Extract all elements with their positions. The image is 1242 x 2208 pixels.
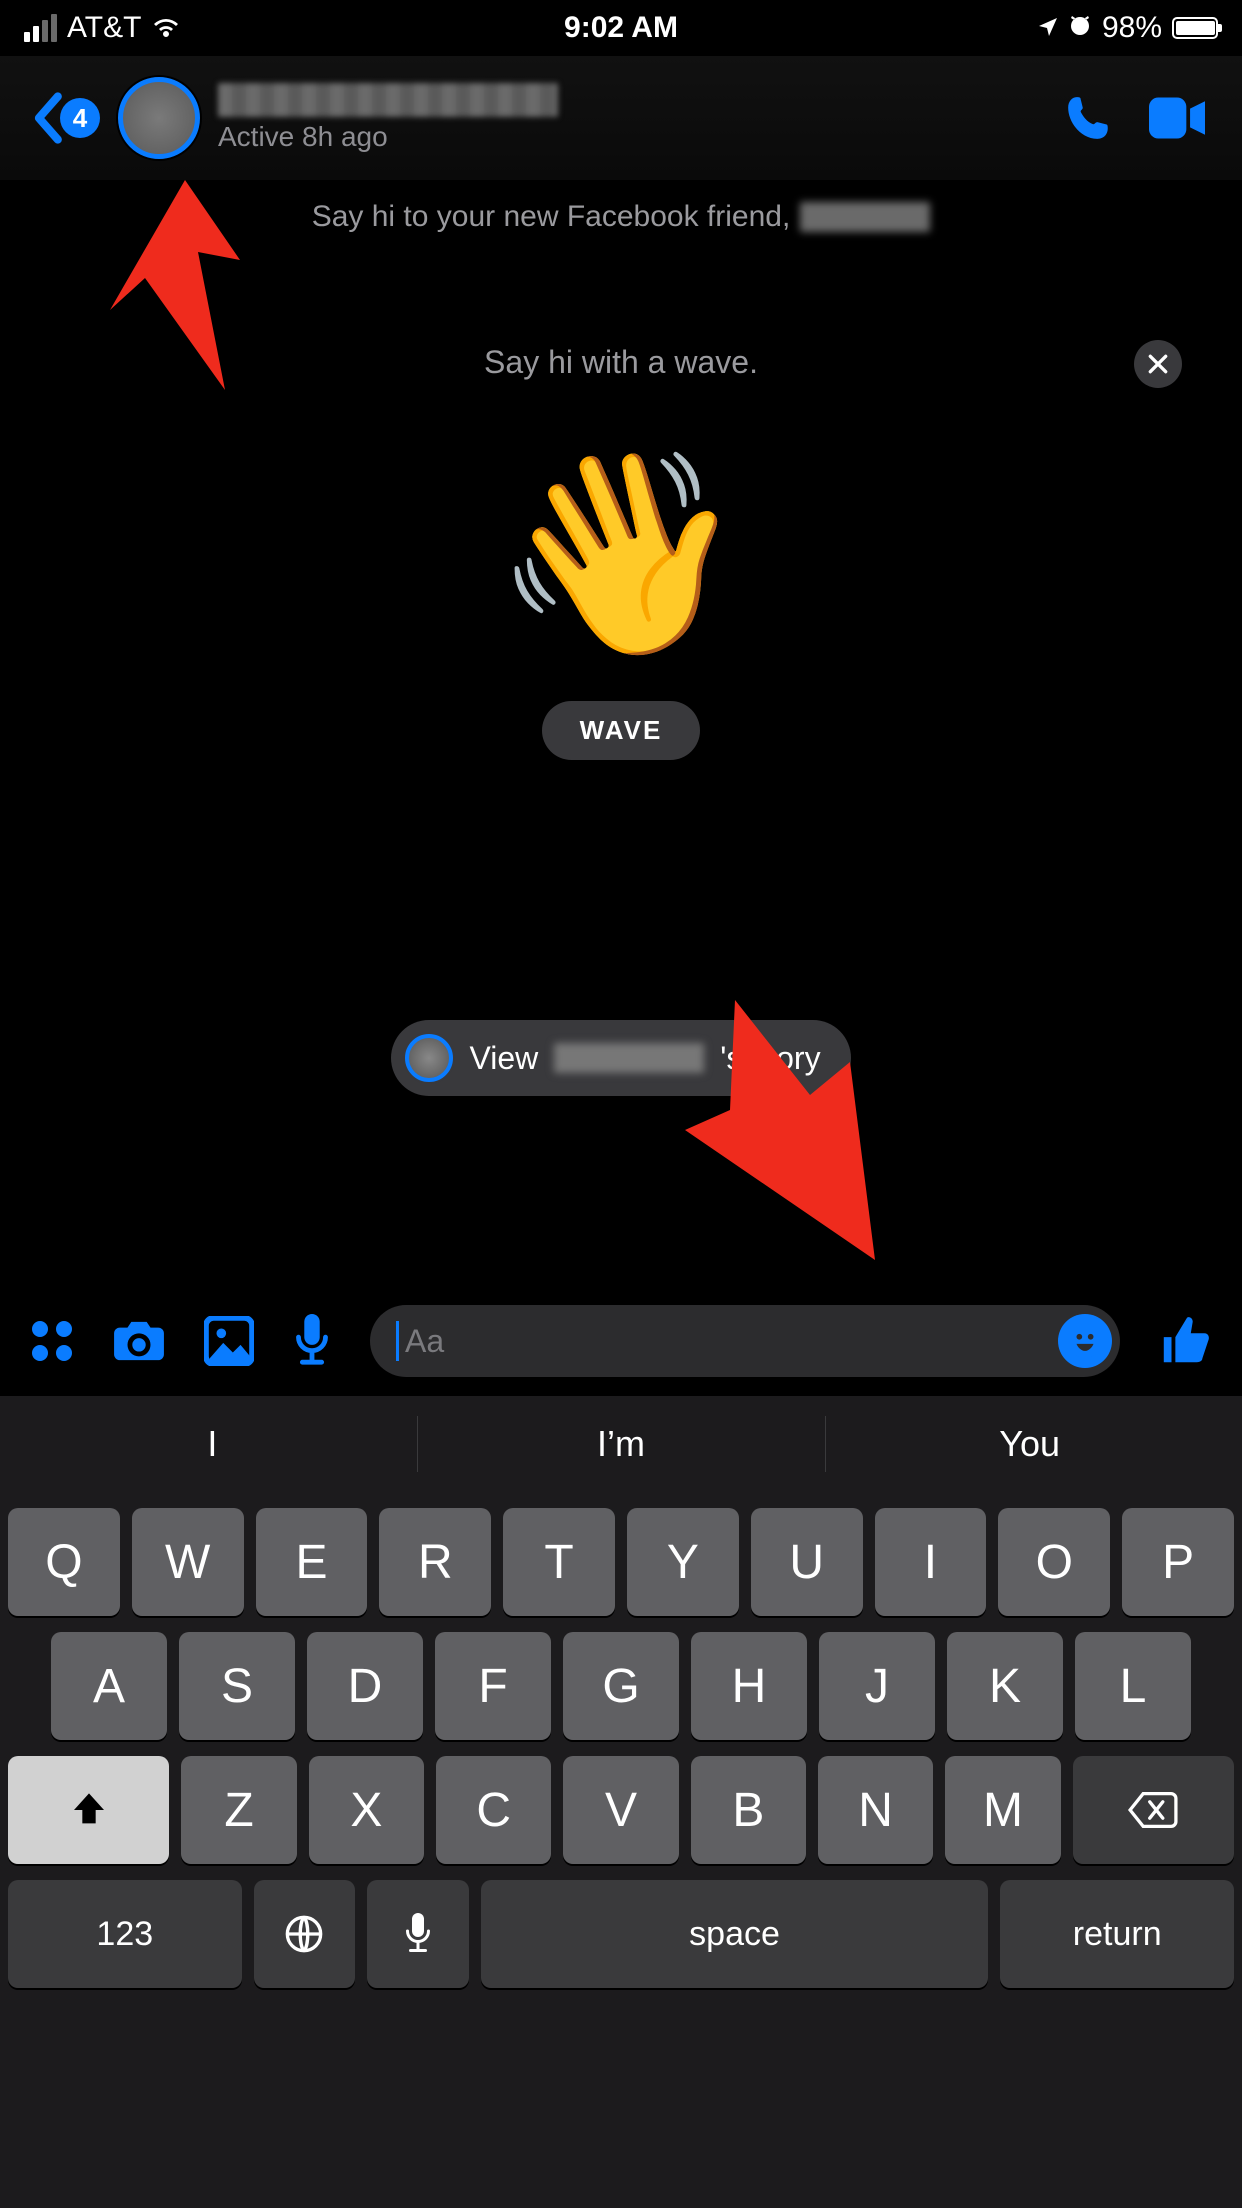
more-actions-icon[interactable] xyxy=(30,1319,74,1363)
story-prefix: View xyxy=(469,1040,538,1077)
gallery-icon[interactable] xyxy=(204,1316,254,1366)
back-unread-badge: 4 xyxy=(60,98,100,138)
shift-key[interactable] xyxy=(8,1756,169,1864)
wave-emoji[interactable]: 👋 xyxy=(484,435,758,668)
wifi-icon xyxy=(151,17,181,39)
video-call-button[interactable] xyxy=(1142,83,1212,153)
return-key[interactable]: return xyxy=(1000,1880,1234,1988)
key-y[interactable]: Y xyxy=(627,1508,739,1616)
key-z[interactable]: Z xyxy=(181,1756,296,1864)
message-composer xyxy=(0,1286,1242,1396)
key-g[interactable]: G xyxy=(563,1632,679,1740)
backspace-key[interactable] xyxy=(1073,1756,1234,1864)
status-time: 9:02 AM xyxy=(564,11,678,45)
voice-call-button[interactable] xyxy=(1054,83,1124,153)
key-v[interactable]: V xyxy=(563,1756,678,1864)
wave-button[interactable]: WAVE xyxy=(542,701,701,760)
wave-prompt: Say hi with a wave. xyxy=(484,344,758,381)
contact-avatar[interactable] xyxy=(118,77,200,159)
intro-prefix: Say hi to your new Facebook friend, xyxy=(312,200,791,234)
message-input-container[interactable] xyxy=(370,1305,1120,1377)
conversation-area: Say hi to your new Facebook friend, Say … xyxy=(0,180,1242,1286)
story-suffix: 's story xyxy=(720,1040,820,1077)
numbers-key[interactable]: 123 xyxy=(8,1880,242,1988)
message-input[interactable] xyxy=(405,1323,1058,1360)
key-p[interactable]: P xyxy=(1122,1508,1234,1616)
key-e[interactable]: E xyxy=(256,1508,368,1616)
key-f[interactable]: F xyxy=(435,1632,551,1740)
view-story-button[interactable]: View 's story xyxy=(391,1020,850,1096)
close-wave-button[interactable] xyxy=(1134,340,1182,388)
key-c[interactable]: C xyxy=(436,1756,551,1864)
key-n[interactable]: N xyxy=(818,1756,933,1864)
dictation-key[interactable] xyxy=(367,1880,469,1988)
key-l[interactable]: L xyxy=(1075,1632,1191,1740)
key-w[interactable]: W xyxy=(132,1508,244,1616)
text-cursor xyxy=(396,1321,399,1361)
mic-icon[interactable] xyxy=(292,1314,332,1368)
new-friend-intro: Say hi to your new Facebook friend, xyxy=(312,200,931,234)
key-o[interactable]: O xyxy=(998,1508,1110,1616)
battery-percent: 98% xyxy=(1102,11,1162,45)
key-m[interactable]: M xyxy=(945,1756,1060,1864)
key-a[interactable]: A xyxy=(51,1632,167,1740)
key-t[interactable]: T xyxy=(503,1508,615,1616)
globe-key[interactable] xyxy=(254,1880,356,1988)
keyboard: I I’m You Q W E R T Y U I O P A S D F G … xyxy=(0,1396,1242,2208)
signal-icon xyxy=(24,14,57,42)
key-x[interactable]: X xyxy=(309,1756,424,1864)
key-b[interactable]: B xyxy=(691,1756,806,1864)
emoji-picker-icon[interactable] xyxy=(1058,1314,1112,1368)
key-row-4: 123 space return xyxy=(8,1880,1234,1988)
thumbs-up-icon[interactable] xyxy=(1158,1314,1212,1368)
active-status: Active 8h ago xyxy=(218,121,1036,153)
alarm-icon xyxy=(1068,11,1092,45)
key-h[interactable]: H xyxy=(691,1632,807,1740)
key-j[interactable]: J xyxy=(819,1632,935,1740)
key-row-3: Z X C V B N M xyxy=(8,1756,1234,1864)
location-icon xyxy=(1038,11,1058,45)
key-q[interactable]: Q xyxy=(8,1508,120,1616)
camera-icon[interactable] xyxy=(112,1318,166,1364)
story-avatar-icon xyxy=(405,1034,453,1082)
key-r[interactable]: R xyxy=(379,1508,491,1616)
chat-header: 4 Active 8h ago xyxy=(0,56,1242,180)
suggestion-3[interactable]: You xyxy=(825,1396,1234,1492)
suggestion-2[interactable]: I’m xyxy=(417,1396,826,1492)
intro-name-redacted xyxy=(800,202,930,232)
status-bar: AT&T 9:02 AM 98% xyxy=(0,0,1242,56)
carrier-text: AT&T xyxy=(67,11,141,45)
space-key[interactable]: space xyxy=(481,1880,989,1988)
key-s[interactable]: S xyxy=(179,1632,295,1740)
story-name-redacted xyxy=(554,1043,704,1073)
key-u[interactable]: U xyxy=(751,1508,863,1616)
back-button[interactable]: 4 xyxy=(30,91,100,145)
key-d[interactable]: D xyxy=(307,1632,423,1740)
contact-name-redacted xyxy=(218,83,558,117)
suggestion-1[interactable]: I xyxy=(8,1396,417,1492)
battery-icon xyxy=(1172,17,1218,39)
key-row-2: A S D F G H J K L xyxy=(8,1632,1234,1740)
key-k[interactable]: K xyxy=(947,1632,1063,1740)
suggestion-bar: I I’m You xyxy=(8,1396,1234,1492)
key-i[interactable]: I xyxy=(875,1508,987,1616)
contact-title-area[interactable]: Active 8h ago xyxy=(218,83,1036,153)
key-row-1: Q W E R T Y U I O P xyxy=(8,1508,1234,1616)
